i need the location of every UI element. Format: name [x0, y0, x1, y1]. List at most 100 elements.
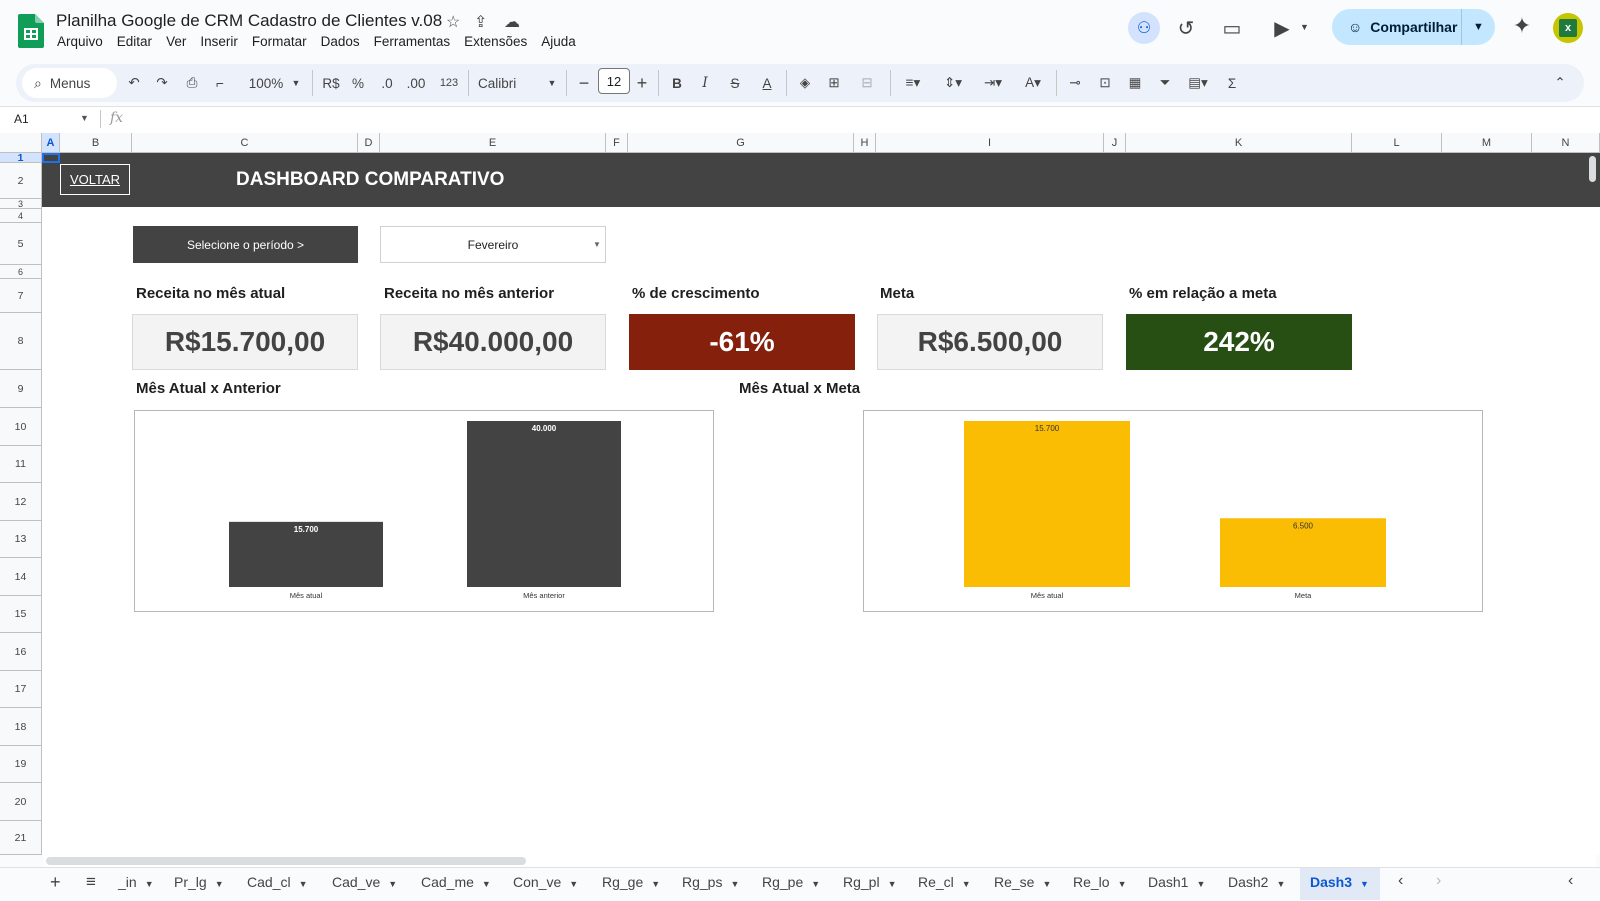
- tab-dropdown-icon[interactable]: ▼: [811, 879, 820, 889]
- share-main-button[interactable]: ☺ Compartilhar: [1332, 9, 1462, 45]
- tab-dropdown-icon[interactable]: ▼: [215, 879, 224, 889]
- row-header-3[interactable]: 3: [0, 199, 42, 209]
- percent-format-button[interactable]: %: [350, 72, 366, 94]
- document-title[interactable]: Planilha Google de CRM Cadastro de Clien…: [56, 11, 442, 31]
- share-button[interactable]: ☺ Compartilhar ▼: [1332, 9, 1495, 45]
- name-box[interactable]: A1: [14, 112, 29, 126]
- row-header-12[interactable]: 12: [0, 483, 42, 521]
- column-header-j[interactable]: J: [1104, 133, 1126, 153]
- row-header-9[interactable]: 9: [0, 370, 42, 408]
- row-header-19[interactable]: 19: [0, 746, 42, 783]
- sheet-tab-pr-lg[interactable]: Pr_lg ▼: [174, 874, 224, 890]
- column-header-b[interactable]: B: [60, 133, 132, 153]
- borders-icon[interactable]: ⊞: [824, 72, 844, 94]
- column-header-d[interactable]: D: [358, 133, 380, 153]
- sheet-tab-rg-ge[interactable]: Rg_ge ▼: [602, 874, 660, 890]
- sheet-tab-con-ve[interactable]: Con_ve ▼: [513, 874, 578, 890]
- vertical-align-icon[interactable]: ⇕▾: [938, 72, 968, 94]
- insert-chart-icon[interactable]: ▦: [1124, 72, 1146, 94]
- column-header-f[interactable]: F: [606, 133, 628, 153]
- increase-decimal-button[interactable]: .00: [404, 72, 428, 94]
- scroll-tabs-left-icon[interactable]: ‹: [1398, 872, 1403, 890]
- tab-dropdown-icon[interactable]: ▼: [1276, 879, 1285, 889]
- active-cell-a1[interactable]: [42, 153, 60, 163]
- row-header-8[interactable]: 8: [0, 313, 42, 370]
- column-header-i[interactable]: I: [876, 133, 1104, 153]
- sheet-tab-cad-cl[interactable]: Cad_cl ▼: [247, 874, 308, 890]
- zoom-select[interactable]: 100%: [244, 72, 288, 94]
- sheet-tab-re-cl[interactable]: Re_cl ▼: [918, 874, 971, 890]
- row-header-2[interactable]: 2: [0, 163, 42, 199]
- column-header-h[interactable]: H: [854, 133, 876, 153]
- tab-dropdown-icon[interactable]: ▼: [388, 879, 397, 889]
- menu-ajuda[interactable]: Ajuda: [534, 34, 583, 49]
- row-header-4[interactable]: 4: [0, 209, 42, 223]
- chart-atual-vs-anterior[interactable]: 15.700 Mês atual 40.000 Mês anterior: [134, 410, 714, 612]
- side-panel-toggle-icon[interactable]: ‹: [1568, 872, 1573, 890]
- all-sheets-icon[interactable]: ≡: [86, 872, 96, 892]
- tab-dropdown-icon[interactable]: ▼: [1360, 879, 1369, 889]
- tab-dropdown-icon[interactable]: ▼: [1118, 879, 1127, 889]
- row-header-14[interactable]: 14: [0, 558, 42, 596]
- increase-font-size-icon[interactable]: +: [634, 72, 650, 94]
- row-header-1[interactable]: 1: [0, 152, 42, 164]
- strikethrough-icon[interactable]: S: [726, 72, 744, 94]
- meet-video-icon[interactable]: ▶: [1268, 16, 1296, 41]
- share-dropdown-icon[interactable]: ▼: [1462, 21, 1495, 33]
- horizontal-scroll-thumb[interactable]: [46, 857, 526, 865]
- functions-icon[interactable]: Σ: [1222, 72, 1242, 94]
- sheet-tab-dash2[interactable]: Dash2 ▼: [1228, 874, 1285, 890]
- decrease-decimal-button[interactable]: .0: [376, 72, 398, 94]
- menu-extensoes[interactable]: Extensões: [457, 34, 534, 49]
- move-folder-icon[interactable]: ⇪: [474, 12, 487, 32]
- gemini-sparkle-icon[interactable]: ✦: [1508, 13, 1536, 39]
- vertical-scroll-thumb[interactable]: [1589, 156, 1596, 182]
- collapse-toolbar-icon[interactable]: ⌃: [1550, 72, 1570, 94]
- font-family-select[interactable]: Calibri: [478, 72, 538, 94]
- currency-format-button[interactable]: R$: [320, 72, 342, 94]
- row-header-15[interactable]: 15: [0, 596, 42, 633]
- text-color-icon[interactable]: A: [756, 72, 778, 94]
- row-header-5[interactable]: 5: [0, 223, 42, 265]
- sheets-logo-icon[interactable]: [18, 14, 44, 48]
- menu-editar[interactable]: Editar: [110, 34, 159, 49]
- voltar-button[interactable]: VOLTAR: [60, 164, 130, 195]
- sheet-tab-re-lo[interactable]: Re_lo ▼: [1073, 874, 1127, 890]
- decrease-font-size-icon[interactable]: −: [576, 72, 592, 94]
- sheet-tab-re-se[interactable]: Re_se ▼: [994, 874, 1051, 890]
- undo-icon[interactable]: ↶: [124, 72, 144, 94]
- tab-dropdown-icon[interactable]: ▼: [1042, 879, 1051, 889]
- print-icon[interactable]: ⎙: [182, 72, 202, 94]
- tab-dropdown-icon[interactable]: ▼: [569, 879, 578, 889]
- paint-format-icon[interactable]: ⌐: [210, 72, 230, 94]
- account-avatar[interactable]: x: [1553, 13, 1583, 43]
- sheet-tab-dash3[interactable]: Dash3 ▼: [1310, 874, 1369, 890]
- text-rotation-icon[interactable]: A▾: [1018, 72, 1048, 94]
- scroll-tabs-right-icon[interactable]: ›: [1436, 872, 1441, 890]
- merge-cells-icon[interactable]: ⊟: [854, 72, 880, 94]
- insert-comment-icon[interactable]: ⊡: [1094, 72, 1116, 94]
- column-header-k[interactable]: K: [1126, 133, 1352, 153]
- comments-icon[interactable]: ▭: [1218, 16, 1246, 41]
- menu-dados[interactable]: Dados: [314, 34, 367, 49]
- search-menus-button[interactable]: ⌕ Menus: [22, 68, 117, 98]
- filter-icon[interactable]: ⏷: [1154, 72, 1176, 94]
- row-header-21[interactable]: 21: [0, 821, 42, 855]
- tab-dropdown-icon[interactable]: ▼: [1196, 879, 1205, 889]
- tab-dropdown-icon[interactable]: ▼: [299, 879, 308, 889]
- font-size-input[interactable]: 12: [598, 68, 630, 94]
- formula-input[interactable]: [130, 109, 1590, 129]
- row-header-16[interactable]: 16: [0, 633, 42, 671]
- cloud-status-icon[interactable]: ☁: [504, 12, 520, 32]
- font-dropdown-icon[interactable]: ▼: [546, 72, 558, 94]
- star-icon[interactable]: ☆: [446, 12, 460, 32]
- tab-dropdown-icon[interactable]: ▼: [962, 879, 971, 889]
- menu-formatar[interactable]: Formatar: [245, 34, 314, 49]
- sheet-tab-in[interactable]: _in ▼: [118, 874, 154, 890]
- row-header-13[interactable]: 13: [0, 521, 42, 558]
- italic-icon[interactable]: I: [696, 72, 714, 94]
- row-header-17[interactable]: 17: [0, 671, 42, 708]
- zoom-dropdown-icon[interactable]: ▼: [290, 72, 302, 94]
- filter-views-icon[interactable]: ▤▾: [1182, 72, 1214, 94]
- tab-dropdown-icon[interactable]: ▼: [651, 879, 660, 889]
